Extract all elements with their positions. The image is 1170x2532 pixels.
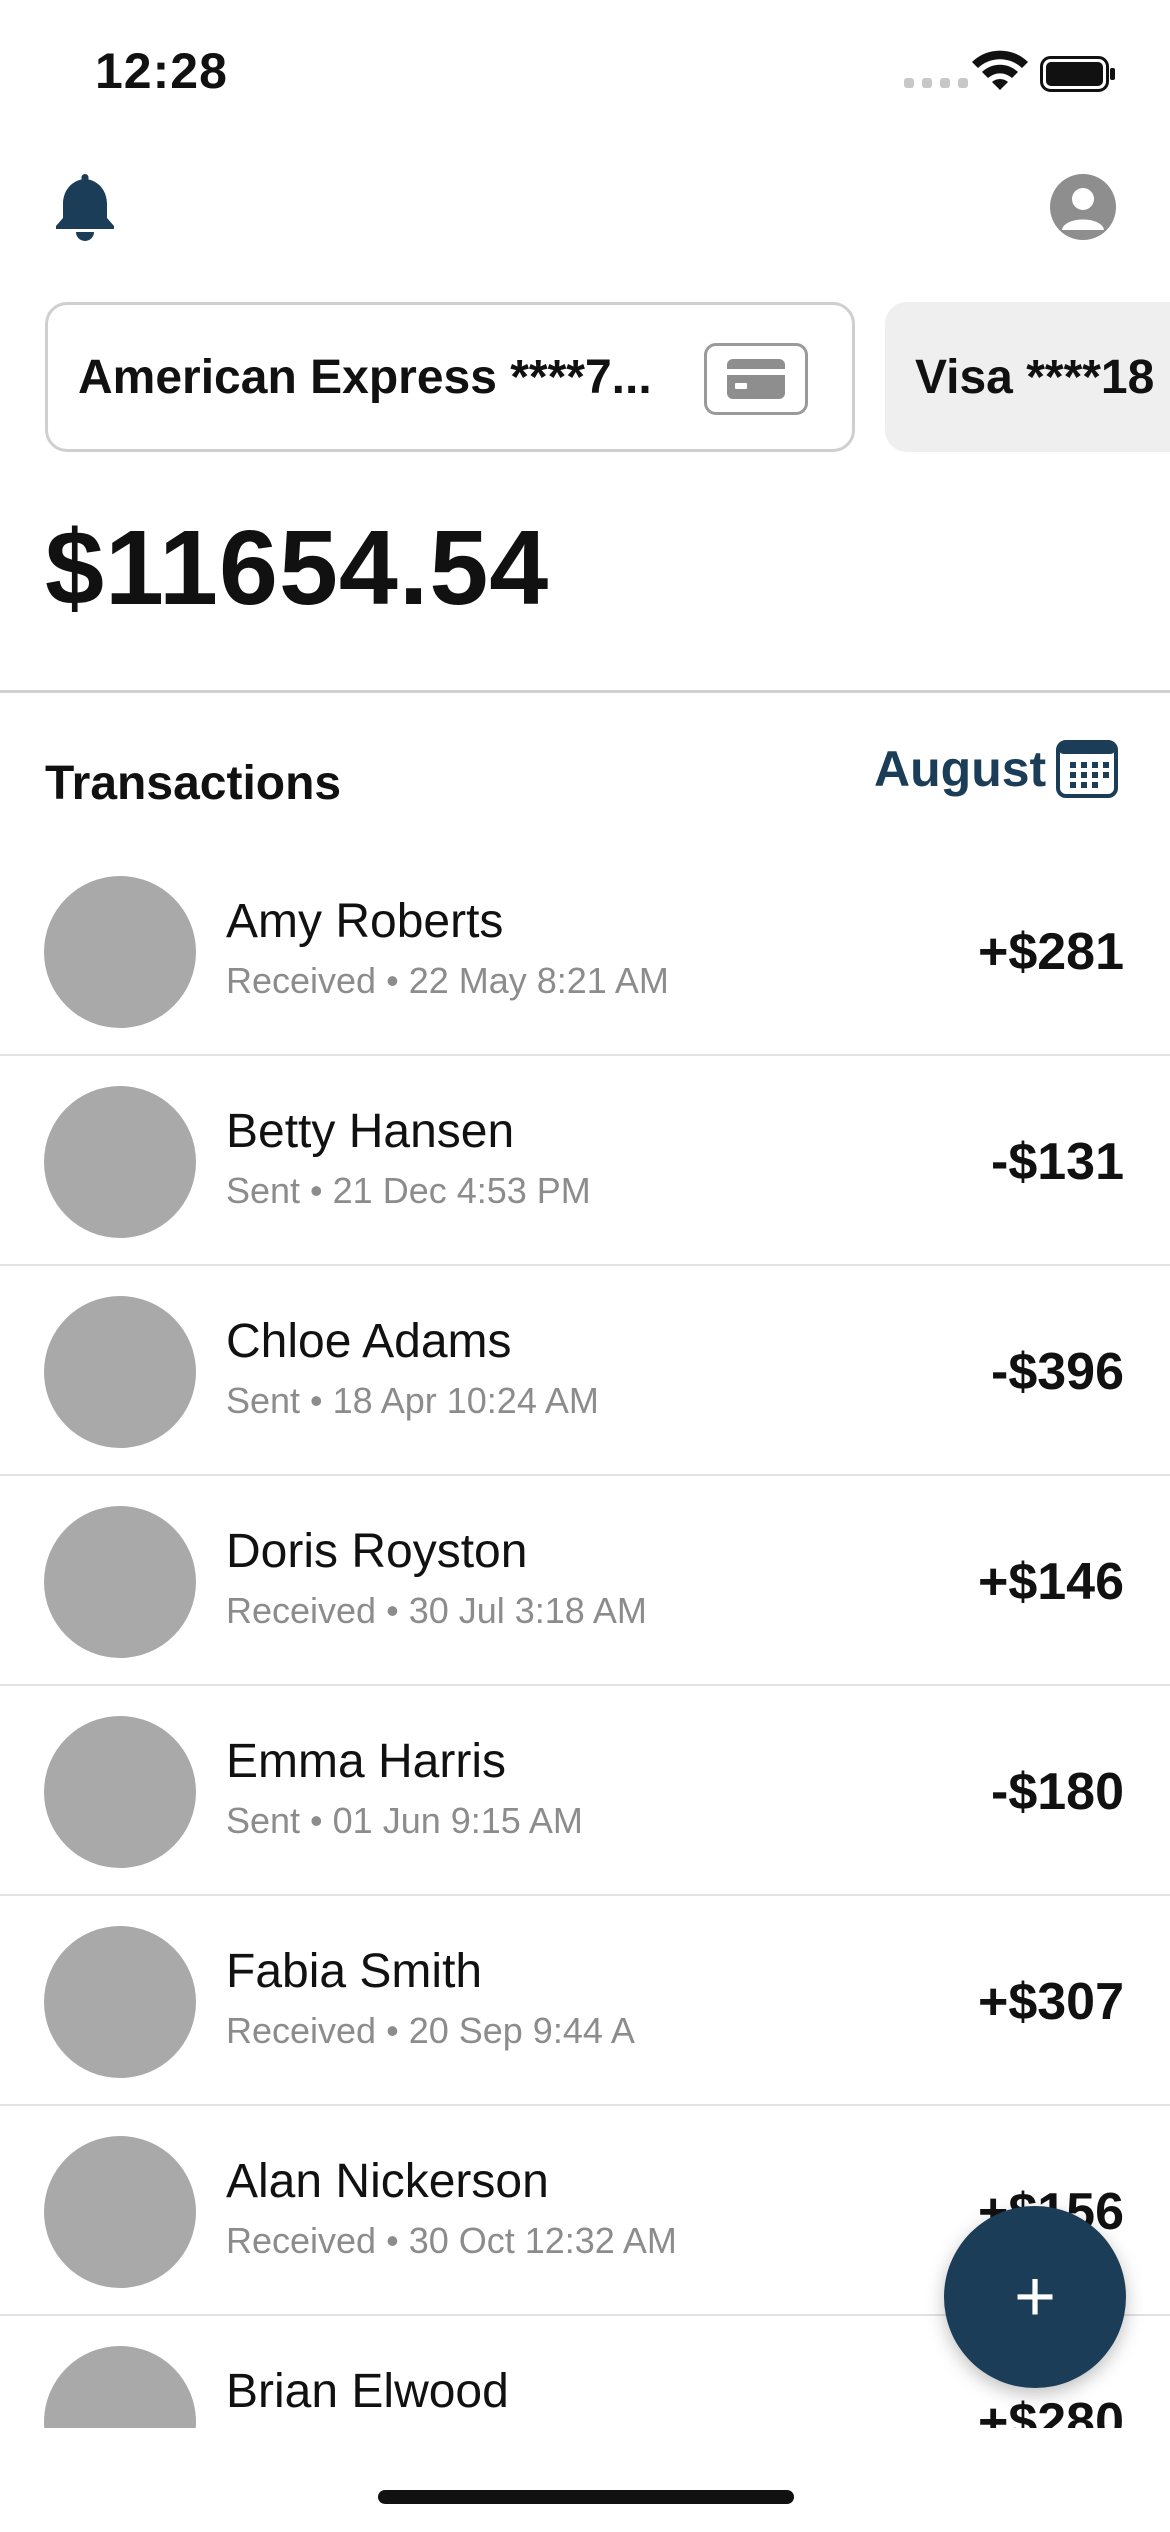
person-icon [1062,188,1104,230]
transaction-meta: Sent • 01 Jun 9:15 AM [226,1800,583,1841]
avatar [44,1926,196,2078]
transaction-meta: Received • 30 Jul 3:18 AM [226,1590,647,1631]
transaction-amount: -$396 [991,1343,1124,1401]
card-visa[interactable]: Visa ****18 [885,302,1170,452]
transaction-amount: +$281 [977,923,1124,981]
transaction-row[interactable]: Doris Royston Received • 30 Jul 3:18 AM … [0,1476,1170,1686]
plus-icon: + [1013,2257,1057,2337]
card-label: Visa ****18 [915,350,1155,404]
transaction-row[interactable]: Emma Harris Sent • 01 Jun 9:15 AM -$180 [0,1686,1170,1896]
app-screen: 12:28 American Express ****7... Visa ***… [0,0,1170,2532]
transaction-list: Amy Roberts Received • 22 May 8:21 AM +$… [0,846,1170,2428]
home-indicator[interactable] [378,2490,794,2504]
avatar [44,1086,196,1238]
transaction-meta: Received • 22 May 8:21 AM [226,960,669,1001]
transactions-title: Transactions [45,757,342,810]
avatar [44,2136,196,2288]
contact-name: Brian Elwood [226,2365,509,2418]
status-time: 12:28 [95,43,228,99]
credit-card-icon[interactable] [704,343,808,415]
calendar-icon[interactable] [1056,740,1118,798]
account-balance: $11654.54 [45,509,550,627]
transaction-row[interactable]: Amy Roberts Received • 22 May 8:21 AM +$… [0,846,1170,1056]
transaction-row[interactable]: Fabia Smith Received • 20 Sep 9:44 A +$3… [0,1896,1170,2106]
status-bar: 12:28 [0,0,1170,140]
transaction-amount: +$307 [977,1973,1124,2031]
wifi-icon [972,50,1028,90]
transaction-meta: Received • 30 Oct 12:32 AM [226,2220,677,2261]
transaction-meta: Sent • 18 Apr 10:24 AM [226,1380,599,1421]
transaction-amount: -$180 [991,1763,1124,1821]
contact-name: Doris Royston [226,1525,528,1578]
transaction-row[interactable]: Betty Hansen Sent • 21 Dec 4:53 PM -$131 [0,1056,1170,1266]
contact-name: Fabia Smith [226,1945,483,1998]
cellular-signal-icon [904,78,968,88]
contact-name: Betty Hansen [226,1105,515,1158]
transaction-row[interactable]: Chloe Adams Sent • 18 Apr 10:24 AM -$396 [0,1266,1170,1476]
battery-icon [1040,56,1115,92]
contact-name: Alan Nickerson [226,2155,549,2208]
card-selector: American Express ****7... Visa ****18 [0,302,1170,452]
contact-name: Emma Harris [226,1735,507,1788]
avatar [44,1506,196,1658]
transaction-amount: +$280 [977,2393,1124,2428]
divider [0,690,1170,693]
avatar [44,876,196,1028]
contact-name: Amy Roberts [226,895,504,948]
transaction-meta: Sent • 21 Dec 4:53 PM [226,1170,591,1211]
profile-button[interactable] [1050,174,1116,240]
transaction-meta: Received • 20 Sep 9:44 A [226,2010,635,2051]
transaction-amount: -$131 [991,1133,1124,1191]
card-amex[interactable]: American Express ****7... [45,302,855,452]
add-transaction-button[interactable]: + [944,2206,1126,2388]
month-filter[interactable]: August [874,740,1046,798]
transaction-amount: +$146 [977,1553,1124,1611]
bell-icon[interactable] [52,170,118,242]
card-label: American Express ****7... [78,350,652,404]
avatar [44,2346,196,2428]
contact-name: Chloe Adams [226,1315,512,1368]
avatar [44,1296,196,1448]
avatar [44,1716,196,1868]
